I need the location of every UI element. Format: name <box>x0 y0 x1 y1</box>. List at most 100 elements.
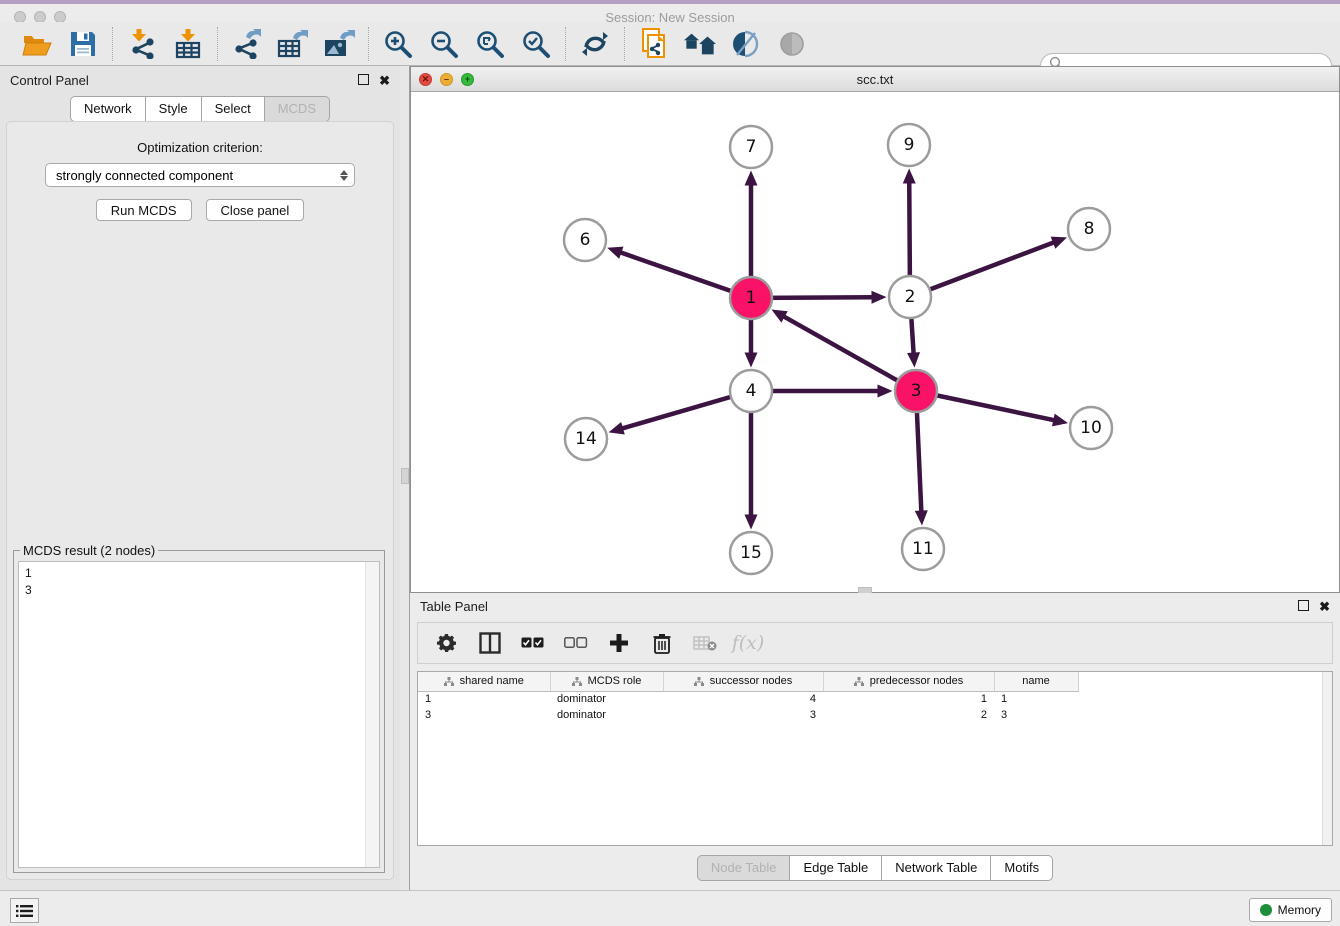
column-header-successor-nodes[interactable]: successor nodes <box>663 672 823 691</box>
home-first-neighbors-icon[interactable] <box>684 28 716 60</box>
deselect-all-columns-icon[interactable] <box>563 630 589 656</box>
memory-status-icon <box>1260 904 1272 916</box>
graph-edge-arrowhead <box>903 168 916 183</box>
graph-edge-arrowhead <box>1051 237 1067 249</box>
graph-edge-arrowhead <box>871 291 886 304</box>
close-panel-button[interactable]: Close panel <box>206 199 305 221</box>
apply-layout-icon[interactable] <box>579 28 611 60</box>
tab-edge-table[interactable]: Edge Table <box>790 855 882 881</box>
tab-node-table[interactable]: Node Table <box>697 855 791 881</box>
close-view-button[interactable]: ✕ <box>419 73 432 86</box>
cell-shared-name[interactable]: 1 <box>418 691 550 707</box>
task-history-button[interactable] <box>10 898 39 923</box>
column-header-shared-name[interactable]: shared name <box>418 672 550 691</box>
graph-edge-2-8[interactable] <box>910 242 1055 297</box>
mcds-panel: Optimization criterion: strongly connect… <box>6 121 394 880</box>
control-panel: Control Panel ✖ Network Style Select MCD… <box>0 66 400 890</box>
save-icon[interactable] <box>67 28 99 60</box>
export-network-icon[interactable] <box>231 28 263 60</box>
export-image-icon[interactable] <box>323 28 355 60</box>
graph-edge-arrowhead <box>915 510 928 525</box>
column-header-predecessor-nodes[interactable]: predecessor nodes <box>823 672 994 691</box>
cell-mcds-role[interactable]: dominator <box>550 691 663 707</box>
zoom-out-icon[interactable] <box>428 28 460 60</box>
graph-edge-3-1[interactable] <box>783 316 916 391</box>
zoom-selected-icon[interactable] <box>520 28 552 60</box>
close-table-panel-icon[interactable]: ✖ <box>1319 600 1330 613</box>
graph-edge-arrowhead <box>907 352 920 367</box>
export-table-icon[interactable] <box>277 28 309 60</box>
new-network-icon[interactable] <box>638 28 670 60</box>
mcds-result-title: MCDS result (2 nodes) <box>20 543 158 558</box>
graph-node-label: 15 <box>740 543 762 563</box>
graph-edge-arrowhead <box>745 515 758 530</box>
float-panel-icon[interactable] <box>358 74 369 87</box>
memory-label: Memory <box>1278 903 1321 917</box>
splitter-grip[interactable] <box>401 468 409 484</box>
hide-style-icon[interactable] <box>776 28 808 60</box>
table-panel: Table Panel ✖ f(x) <box>410 593 1340 890</box>
table-row: 3 dominator 3 2 3 <box>418 707 1078 723</box>
mcds-result-line: 1 <box>25 565 379 582</box>
graph-edge-arrowhead <box>609 422 625 434</box>
tab-select[interactable]: Select <box>202 96 265 122</box>
close-panel-icon[interactable]: ✖ <box>379 74 390 87</box>
table-tabs: Node Table Edge Table Network Table Moti… <box>410 855 1340 881</box>
tab-network[interactable]: Network <box>70 96 146 122</box>
table-header-row: shared name MCDS role successor nodes pr… <box>418 672 1078 691</box>
tab-motifs[interactable]: Motifs <box>991 855 1053 881</box>
cell-mcds-role[interactable]: dominator <box>550 707 663 723</box>
table-panel-header: Table Panel ✖ <box>410 593 1340 619</box>
column-header-name[interactable]: name <box>994 672 1078 691</box>
network-canvas-svg: 7968124314101511 <box>411 92 1339 592</box>
zoom-in-icon[interactable] <box>382 28 414 60</box>
vertical-splitter[interactable] <box>400 66 410 890</box>
table-scrollbar[interactable] <box>1322 672 1332 845</box>
gear-icon[interactable] <box>434 630 460 656</box>
graph-edge-arrowhead <box>607 247 623 259</box>
cell-shared-name[interactable]: 3 <box>418 707 550 723</box>
function-builder-icon: f(x) <box>735 630 761 656</box>
status-bar: Memory <box>0 890 1340 926</box>
table-panel-title: Table Panel <box>420 599 1288 614</box>
delete-table-icon <box>692 630 718 656</box>
graph-node-label: 2 <box>905 287 916 307</box>
mcds-result-fieldset: MCDS result (2 nodes) 1 3 <box>13 550 385 873</box>
network-canvas[interactable]: 7968124314101511 <box>411 92 1339 592</box>
optimization-criterion-select[interactable]: strongly connected component <box>45 163 355 187</box>
graph-node-label: 6 <box>580 230 591 250</box>
memory-button[interactable]: Memory <box>1249 898 1332 922</box>
cell-predecessor-nodes[interactable]: 2 <box>823 707 994 723</box>
import-table-icon[interactable] <box>172 28 204 60</box>
cell-name[interactable]: 1 <box>994 691 1078 707</box>
mcds-result-textarea[interactable]: 1 3 <box>18 561 380 868</box>
result-scrollbar[interactable] <box>365 562 379 867</box>
minimize-view-button[interactable]: – <box>440 73 453 86</box>
tab-style[interactable]: Style <box>146 96 202 122</box>
graph-edge-arrowhead <box>745 353 758 368</box>
import-network-icon[interactable] <box>126 28 158 60</box>
network-window-controls: ✕ – + <box>419 73 474 86</box>
cell-predecessor-nodes[interactable]: 1 <box>823 691 994 707</box>
run-mcds-button[interactable]: Run MCDS <box>96 199 192 221</box>
show-columns-icon[interactable] <box>477 630 503 656</box>
control-panel-tabs: Network Style Select MCDS <box>0 96 400 122</box>
show-style-icon[interactable] <box>730 28 762 60</box>
add-row-icon[interactable] <box>606 630 632 656</box>
tab-network-table[interactable]: Network Table <box>882 855 991 881</box>
open-folder-icon[interactable] <box>21 28 53 60</box>
cell-successor-nodes[interactable]: 4 <box>663 691 823 707</box>
maximize-view-button[interactable]: + <box>461 73 474 86</box>
cell-name[interactable]: 3 <box>994 707 1078 723</box>
graph-edge-arrowhead <box>1052 414 1068 427</box>
cell-successor-nodes[interactable]: 3 <box>663 707 823 723</box>
column-header-mcds-role[interactable]: MCDS role <box>550 672 663 691</box>
select-all-columns-icon[interactable] <box>520 630 546 656</box>
control-panel-header: Control Panel ✖ <box>0 66 400 94</box>
graph-node-label: 4 <box>746 381 757 401</box>
zoom-fit-icon[interactable] <box>474 28 506 60</box>
delete-rows-icon[interactable] <box>649 630 675 656</box>
float-table-panel-icon[interactable] <box>1298 600 1309 613</box>
network-window-titlebar[interactable]: ✕ – + scc.txt <box>411 67 1339 92</box>
tab-mcds[interactable]: MCDS <box>265 96 330 122</box>
